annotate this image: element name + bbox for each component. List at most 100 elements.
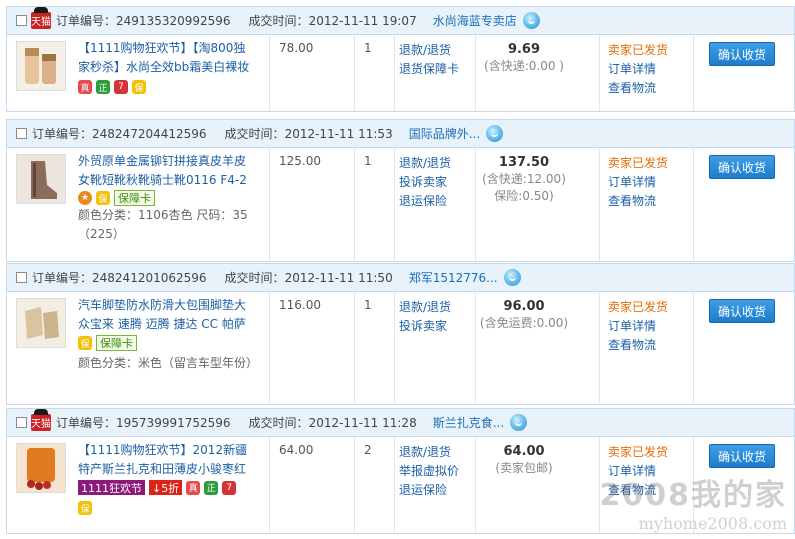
shop-name-link[interactable]: 国际品牌外... [409, 125, 480, 142]
unit-price: 78.00 [279, 41, 314, 55]
return-insurance-link[interactable]: 退运保险 [399, 481, 459, 500]
status-text: 卖家已发货 [608, 156, 669, 170]
order-checkbox[interactable] [16, 15, 27, 26]
order-header: 天猫 订单编号： 195739991752596 成交时间： 2012-11-1… [6, 408, 795, 436]
order-detail-link[interactable]: 订单详情 [608, 317, 668, 336]
promo-tags: 1111狂欢节 ↓5折 真 正 7 [78, 480, 237, 495]
confirm-receipt-button[interactable]: 确认收货 [709, 299, 775, 323]
after-sale-links: 退款/退货 投诉卖家 [399, 298, 451, 336]
confirm-receipt-button[interactable]: 确认收货 [709, 444, 775, 468]
order-card: 天猫 订单编号： 249135320992596 成交时间： 2012-11-1… [6, 6, 795, 112]
product-thumbnail[interactable] [16, 443, 66, 493]
deal-time: 2012-11-11 11:28 [308, 415, 417, 430]
order-header: 天猫 订单编号： 249135320992596 成交时间： 2012-11-1… [6, 6, 795, 34]
shop-name-link[interactable]: 水尚海蓝专卖店 [433, 12, 517, 29]
return-guarantee-link[interactable]: 退货保障卡 [399, 60, 459, 79]
refund-return-link[interactable]: 退款/退货 [399, 443, 459, 462]
order-body: 外贸原单金属铆钉拼接真皮羊皮女靴短靴秋靴骑士靴0116 F4-2 ★ 保 保障卡… [6, 147, 795, 262]
insurance-note: 保险:0.50) [494, 189, 554, 203]
watermark-line2: myhome2008.com [638, 514, 787, 533]
order-checkbox[interactable] [16, 272, 27, 283]
order-number: 248247204412596 [92, 126, 207, 141]
confirm-receipt-button[interactable]: 确认收货 [709, 42, 775, 66]
order-card: 订单编号： 248241201062596 成交时间： 2012-11-11 1… [6, 263, 795, 405]
status-text: 卖家已发货 [608, 445, 669, 459]
service-icons: ★ 保 保障卡 [78, 190, 155, 206]
quantity: 1 [364, 298, 372, 312]
status-text: 卖家已发货 [608, 43, 669, 57]
order-status: 卖家已发货 订单详情 查看物流 [608, 41, 668, 98]
product-thumbnail[interactable] [16, 41, 66, 91]
after-sale-links: 退款/退货 退货保障卡 [399, 41, 459, 79]
order-number-label: 订单编号： [56, 416, 117, 430]
quantity: 2 [364, 443, 372, 457]
shop-name-link[interactable]: 郑军1512776... [409, 269, 498, 286]
order-total: 137.50 (含快递:12.00) 保险:0.50) [479, 154, 569, 205]
shipping-note: (含快递:0.00 ) [484, 59, 564, 73]
order-header: 订单编号： 248241201062596 成交时间： 2012-11-11 1… [6, 263, 795, 291]
service-icons: 保 保障卡 [78, 335, 137, 351]
total-amount: 9.69 [507, 42, 541, 57]
watermark: 2008我的家 myhome2008.com [600, 470, 788, 533]
total-amount: 137.50 [498, 155, 550, 170]
view-logistics-link[interactable]: 查看物流 [608, 192, 668, 211]
product-thumbnail[interactable] [16, 298, 66, 348]
wangwang-chat-icon[interactable] [522, 12, 540, 29]
shop-name-link[interactable]: 斯兰扎克食... [433, 414, 504, 431]
deal-time-label: 成交时间： [248, 14, 309, 28]
order-detail-link[interactable]: 订单详情 [608, 173, 668, 192]
shipping-note: (含快递:12.00) [482, 172, 566, 186]
shipping-note: (卖家包邮) [495, 461, 553, 475]
order-number: 195739991752596 [116, 415, 231, 430]
refund-return-link[interactable]: 退款/退货 [399, 298, 451, 317]
sku-attributes: 颜色分类：米色（留言车型年份） [78, 356, 259, 370]
guarantee-card-badge: 保障卡 [114, 190, 155, 206]
deal-time-label: 成交时间： [248, 416, 309, 430]
order-number-label: 订单编号： [32, 271, 93, 285]
service-icons: 保 [78, 501, 92, 515]
complain-seller-link[interactable]: 投诉卖家 [399, 173, 451, 192]
order-total: 9.69 (含快递:0.00 ) [479, 41, 569, 75]
wangwang-chat-icon[interactable] [510, 414, 528, 431]
deal-time: 2012-11-11 11:50 [284, 270, 393, 285]
wangwang-chat-icon[interactable] [503, 269, 521, 286]
order-checkbox[interactable] [16, 417, 27, 428]
quantity: 1 [364, 154, 372, 168]
deal-time-label: 成交时间： [224, 271, 285, 285]
confirm-receipt-button[interactable]: 确认收货 [709, 155, 775, 179]
order-body: 汽车脚垫防水防滑大包围脚垫大众宝来 速腾 迈腾 捷达 CC 帕萨特 保 保障卡 … [6, 291, 795, 405]
guarantee-icon: 保 [78, 501, 92, 515]
complain-seller-link[interactable]: 投诉卖家 [399, 317, 451, 336]
quantity: 1 [364, 41, 372, 55]
seven-day-return-icon: 7 [222, 480, 237, 495]
deal-time: 2012-11-11 11:53 [284, 126, 393, 141]
guarantee-card-badge: 保障卡 [96, 335, 137, 351]
discount-tag: ↓5折 [149, 480, 183, 495]
unit-price: 64.00 [279, 443, 314, 457]
view-logistics-link[interactable]: 查看物流 [608, 336, 668, 355]
order-number: 249135320992596 [116, 13, 231, 28]
order-body: 【1111购物狂欢节】【淘800独家秒杀】水尚全效bb霜美白裸妆 真 正 7 保… [6, 34, 795, 112]
genuine-icon: 真 [186, 480, 201, 495]
order-status: 卖家已发货 订单详情 查看物流 [608, 298, 668, 355]
service-icons: 真 正 7 保 [78, 80, 146, 94]
product-title-link[interactable]: 外贸原单金属铆钉拼接真皮羊皮女靴短靴秋靴骑士靴0116 F4-2 [78, 152, 253, 190]
order-detail-link[interactable]: 订单详情 [608, 60, 668, 79]
order-total: 96.00 (含免运费:0.00) [479, 298, 569, 332]
return-insurance-link[interactable]: 退运保险 [399, 192, 451, 211]
product-thumbnail[interactable] [16, 154, 66, 204]
guarantee-icon: 保 [78, 336, 92, 350]
refund-return-link[interactable]: 退款/退货 [399, 154, 451, 173]
refund-return-link[interactable]: 退款/退货 [399, 41, 459, 60]
total-amount: 64.00 [503, 444, 545, 459]
seven-day-return-icon: 7 [114, 80, 128, 94]
view-logistics-link[interactable]: 查看物流 [608, 79, 668, 98]
product-title-link[interactable]: 【1111购物狂欢节】【淘800独家秒杀】水尚全效bb霜美白裸妆 [78, 39, 253, 77]
after-sale-links: 退款/退货 举报虚拟价 退运保险 [399, 443, 459, 500]
order-checkbox[interactable] [16, 128, 27, 139]
watermark-line1: 2008我的家 [599, 478, 787, 513]
after-sale-links: 退款/退货 投诉卖家 退运保险 [399, 154, 451, 211]
wangwang-chat-icon[interactable] [486, 125, 504, 142]
report-false-price-link[interactable]: 举报虚拟价 [399, 462, 459, 481]
deal-time: 2012-11-11 19:07 [308, 13, 417, 28]
